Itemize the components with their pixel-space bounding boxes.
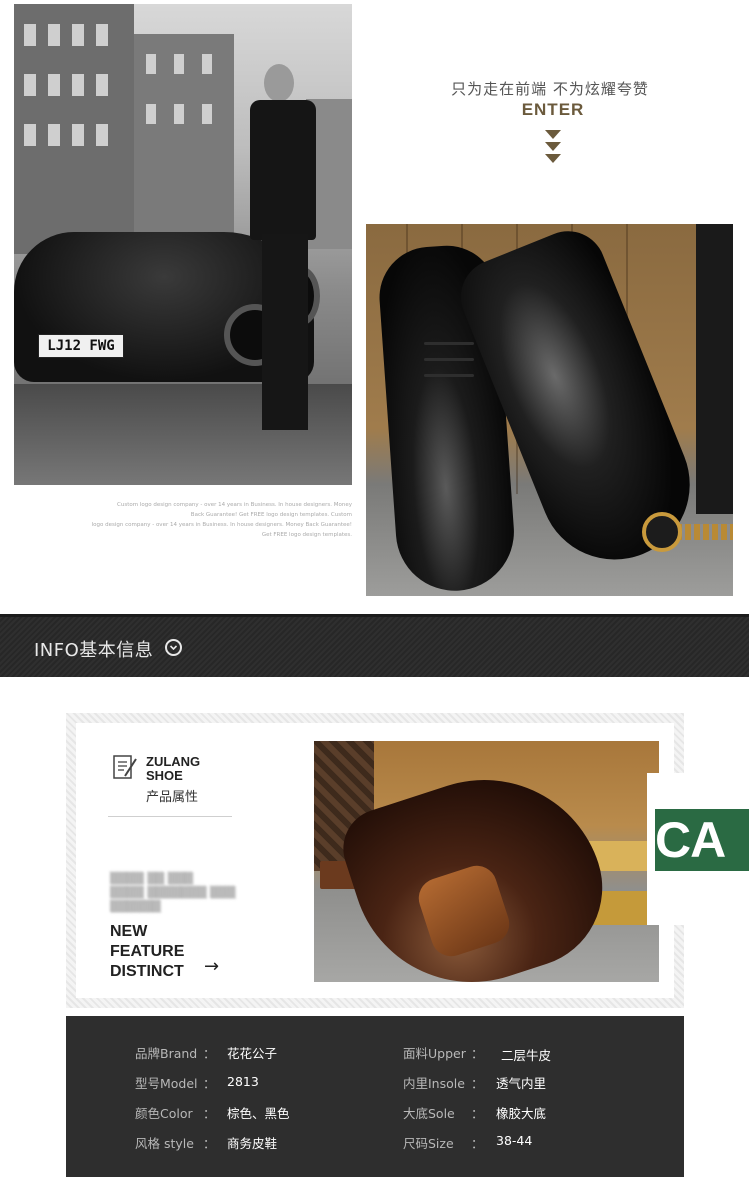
shoes-photo [366, 224, 733, 596]
spec-label-upper: 面料Upper [403, 1046, 466, 1061]
spec-value-sole: 橡胶大底 [496, 1106, 547, 1121]
caption-line: logo design company - over 14 years in B… [91, 522, 352, 528]
spec-label-insole: 内里Insole [403, 1076, 465, 1091]
shoe-lace [424, 358, 474, 361]
blurred-text: ▒▒▒▒ ▒▒ ▒▒▒ ▒▒▒▒ ▒▒▒▒▒▒▒ ▒▒▒ ▒▒▒▒▒▒ [110, 872, 236, 913]
spec-label-style: 风格 style [135, 1136, 194, 1151]
spec-colon: ： [471, 1136, 484, 1151]
spec-colon: ： [203, 1046, 216, 1061]
spec-value-brand: 花花公子 [227, 1046, 278, 1061]
building [14, 4, 134, 254]
chevron-down-circle-icon [165, 639, 182, 656]
product-attributes-label: 产品属性 [146, 790, 199, 805]
spec-colon: ： [203, 1076, 216, 1091]
spec-value-model: 2813 [227, 1074, 259, 1089]
ca-logo: CA [655, 809, 749, 871]
triple-chevron-down-icon [545, 130, 561, 163]
brand-name-line1: ZULANG [146, 754, 201, 769]
building [134, 34, 234, 244]
spec-value-style: 商务皮鞋 [227, 1136, 278, 1151]
shoe-lace [424, 374, 474, 377]
divider [108, 816, 232, 817]
feature-line: NEW [110, 923, 148, 940]
spec-label-brand: 品牌Brand [135, 1046, 198, 1061]
caption-block: Custom logo design company - over 14 yea… [70, 500, 352, 540]
arrow-right-icon: → [204, 956, 220, 977]
caption-line: Back Guarantee! Get FREE logo design tem… [190, 512, 352, 518]
spec-colon: ： [471, 1106, 484, 1121]
man-in-suit [246, 64, 326, 444]
spec-colon: ： [471, 1076, 484, 1091]
feature-line: DISTINCT [110, 963, 184, 980]
leather-bag [696, 224, 733, 514]
spec-table: 品牌Brand ： 花花公子 面料Upper ： 二层牛皮 型号Model ： … [66, 1016, 684, 1177]
spec-value-color: 棕色、黑色 [227, 1106, 290, 1121]
spec-colon: ： [471, 1046, 484, 1061]
enter-heading: ENTER [521, 100, 585, 119]
spec-label-sole: 大底Sole [403, 1106, 455, 1121]
watch-band [676, 524, 733, 540]
spec-colon: ： [203, 1136, 216, 1151]
hero-photo-man-with-car: LJ12 FWG [14, 4, 352, 485]
wristwatch [642, 512, 682, 552]
caption-line: Get FREE logo design templates. [261, 532, 352, 538]
slogan-text: 只为走在前端 不为炫耀夸赞 [451, 80, 649, 98]
info-section-title: INFO基本信息 [34, 640, 154, 661]
spec-label-size: 尺码Size [403, 1136, 454, 1151]
spec-value-upper: 二层牛皮 [501, 1048, 552, 1063]
spec-label-model: 型号Model [135, 1076, 198, 1091]
brown-shoe-photo [314, 741, 659, 982]
document-edit-icon [113, 755, 137, 779]
caption-line: Custom logo design company - over 14 yea… [117, 502, 352, 508]
feature-line: FEATURE [110, 943, 185, 960]
spec-value-insole: 透气内里 [496, 1076, 547, 1091]
spec-value-size: 38-44 [496, 1133, 533, 1148]
brand-name-line2: SHOE [146, 768, 183, 783]
shoe-lace [424, 342, 474, 345]
feature-heading: NEW FEATURE DISTINCT [110, 922, 184, 982]
license-plate: LJ12 FWG [38, 334, 124, 358]
spec-label-color: 颜色Color [135, 1106, 193, 1121]
spec-colon: ： [203, 1106, 216, 1121]
